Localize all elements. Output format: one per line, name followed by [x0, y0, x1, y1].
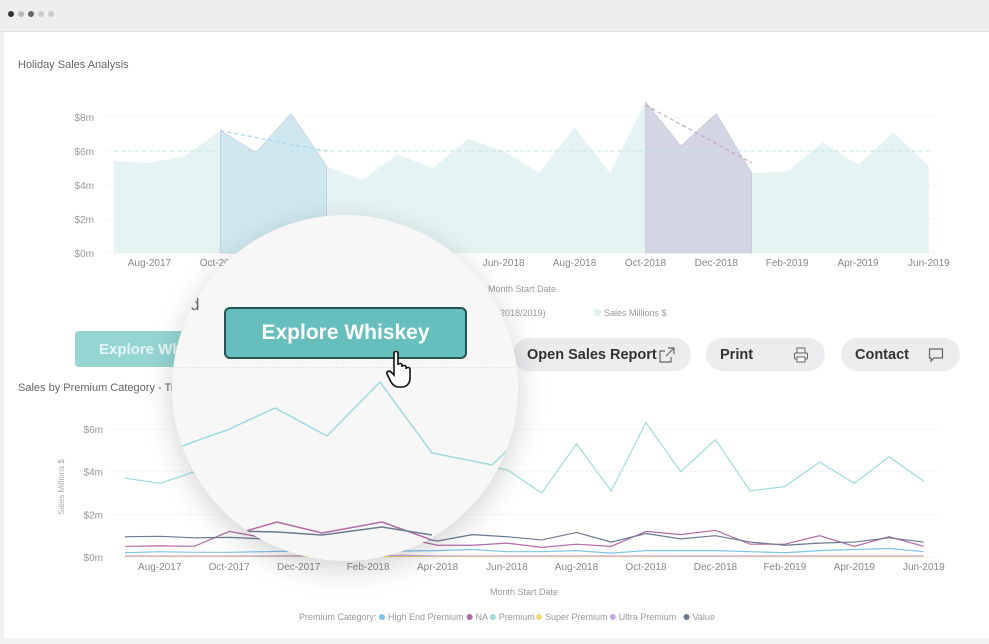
- x-tick-label: Oct-2017: [209, 562, 251, 573]
- x-tick-label: Aug-2018: [555, 562, 599, 573]
- x-tick-label: Jun-2018: [486, 562, 528, 573]
- y-tick-label: $2m: [84, 510, 103, 521]
- y-tick-label: $2m: [75, 215, 94, 226]
- x-tick-label: Apr-2018: [417, 562, 459, 573]
- legend-swatch: [609, 614, 616, 620]
- legend-swatch: [594, 309, 601, 316]
- x-axis-label: Month Start Date: [490, 587, 558, 597]
- print-button[interactable]: Print: [706, 338, 825, 371]
- x-tick-label: Feb-2018: [347, 562, 390, 573]
- legend-label: Super Premium: [545, 612, 608, 622]
- y-axis-label: Sales Millions $: [57, 459, 66, 515]
- window-control-dot[interactable]: [28, 11, 34, 17]
- x-tick-label: Dec-2018: [695, 258, 739, 269]
- x-tick-label: Aug-2017: [138, 562, 182, 573]
- legend-label: High End Premium: [388, 612, 464, 622]
- contact-button[interactable]: Contact: [841, 338, 960, 371]
- magnifier-lens: d: [172, 215, 518, 561]
- y-tick-label: $4m: [75, 181, 94, 192]
- x-tick-label: Jun-2019: [903, 562, 945, 573]
- chat-bubble-icon: [928, 347, 944, 362]
- legend-label: Premium: [499, 612, 535, 622]
- x-tick-label: Feb-2019: [763, 562, 806, 573]
- x-tick-label: Dec-2018: [694, 562, 738, 573]
- hand-cursor-icon: [386, 350, 411, 388]
- window-control-dot[interactable]: [8, 11, 14, 17]
- x-tick-label: Apr-2019: [837, 258, 879, 269]
- y-tick-label: $6m: [75, 147, 94, 158]
- window-control-dot[interactable]: [38, 11, 44, 17]
- x-tick-label: Apr-2019: [834, 562, 876, 573]
- legend-swatch: [379, 614, 385, 620]
- open-sales-report-button[interactable]: Open Sales Report: [513, 338, 691, 371]
- top-chart-title: Holiday Sales Analysis: [18, 59, 129, 71]
- legend-label: Value: [693, 612, 715, 622]
- window-control-dot[interactable]: [48, 11, 54, 17]
- open-sales-report-label: Open Sales Report: [527, 346, 657, 363]
- x-tick-label: Oct-2018: [625, 258, 667, 269]
- legend-title: Premium Category:: [299, 612, 377, 622]
- legend-label: NA: [476, 612, 489, 622]
- legend-swatch: [466, 614, 473, 620]
- x-tick-label: Feb-2019: [766, 258, 809, 269]
- legend-label: Sales Millions $: [604, 308, 667, 318]
- print-label: Print: [720, 346, 754, 363]
- external-link-icon: [659, 346, 675, 363]
- y-tick-label: $6m: [84, 425, 103, 436]
- x-tick-label: Oct-2018: [625, 562, 667, 573]
- holiday-period-area: [645, 100, 753, 254]
- x-tick-label: Aug-2017: [128, 258, 172, 269]
- window-control-dot[interactable]: [18, 11, 24, 17]
- contact-label: Contact: [855, 346, 909, 363]
- window-titlebar: [0, 0, 989, 32]
- x-tick-label: Aug-2018: [553, 258, 597, 269]
- y-tick-label: $8m: [75, 113, 94, 124]
- y-tick-label: $0m: [84, 553, 103, 564]
- legend-swatch: [683, 614, 690, 620]
- explore-whiskey-button[interactable]: Explore Whiskey: [224, 307, 467, 359]
- x-tick-label: Dec-2017: [277, 562, 321, 573]
- printer-icon: [794, 347, 808, 362]
- y-tick-label: $0m: [75, 249, 94, 260]
- magnified-premium-line: [181, 380, 518, 541]
- legend-swatch: [536, 614, 542, 620]
- y-tick-label: $4m: [84, 468, 103, 479]
- legend-label: Ultra Premium: [619, 612, 677, 622]
- legend-swatch: [489, 614, 496, 620]
- bottom-chart-title: Sales by Premium Category - Trend: [18, 382, 193, 394]
- x-tick-label: Jun-2019: [908, 258, 950, 269]
- explore-whiskey-button-background[interactable]: Explore Whiskey: [75, 331, 185, 367]
